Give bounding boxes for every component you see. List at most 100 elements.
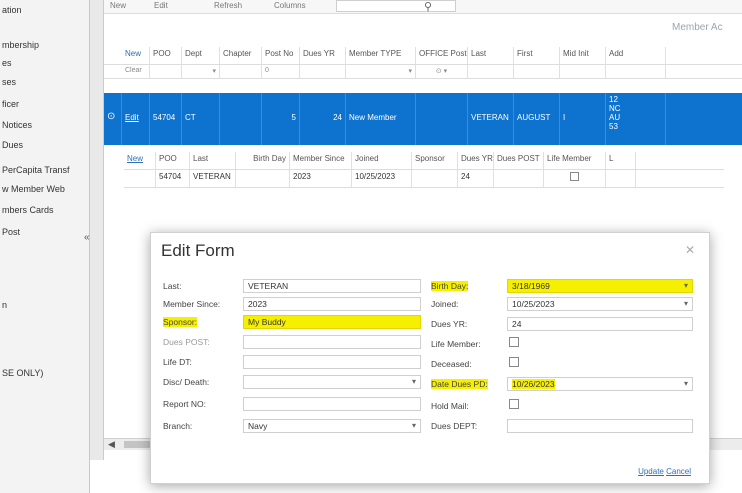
life-member-checkbox[interactable] <box>570 172 579 182</box>
filter-poo[interactable] <box>150 65 182 78</box>
column-header-first[interactable]: First <box>514 47 560 64</box>
field-label-joined: Joined: <box>431 299 459 309</box>
filter-dues-yr[interactable] <box>300 65 346 78</box>
field-label-deceased: Deceased: <box>431 359 472 369</box>
column-header-poo[interactable]: POO <box>150 47 182 64</box>
sidebar: ation mbership es ses ficer Notices Dues… <box>0 0 90 493</box>
filter-chapter[interactable] <box>220 65 262 78</box>
sidebar-item[interactable]: es <box>2 58 88 68</box>
column-header-dept[interactable]: Dept <box>182 47 220 64</box>
sidebar-item[interactable]: Post <box>2 227 88 237</box>
cancel-button[interactable]: Cancel <box>666 467 691 476</box>
search-icon[interactable]: ⚲ <box>424 0 432 13</box>
column-header-chapter[interactable]: Chapter <box>220 47 262 64</box>
filter-first[interactable] <box>514 65 560 78</box>
dues-post-field[interactable] <box>243 335 421 349</box>
toolbar-refresh-button[interactable]: Refresh <box>214 1 242 10</box>
sidebar-item[interactable]: w Member Web <box>2 184 88 194</box>
row-expand-icon[interactable]: ⊙ <box>104 93 122 145</box>
birth-day-date-picker[interactable]: 3/18/1969 <box>507 279 693 293</box>
row-edit-link[interactable]: Edit <box>122 93 150 145</box>
field-label-dues-post: Dues POST: <box>163 337 210 347</box>
hold-mail-checkbox[interactable] <box>509 399 519 409</box>
filter-member-type[interactable]: ▾ <box>346 65 416 78</box>
cell-first: AUGUST <box>514 93 560 145</box>
sidebar-collapse-icon[interactable]: « <box>84 232 90 243</box>
column-header-dues-yr[interactable]: Dues YR <box>300 47 346 64</box>
last-field[interactable]: VETERAN <box>243 279 421 293</box>
close-icon[interactable]: ✕ <box>685 243 695 257</box>
dialog-title: Edit Form <box>161 241 235 260</box>
sidebar-item[interactable]: PerCapita Transf <box>2 165 88 175</box>
member-since-field[interactable]: 2023 <box>243 297 421 311</box>
date-dues-pd-date-picker[interactable]: 10/26/2023 <box>507 377 693 391</box>
table-row-selected[interactable]: ⊙ Edit 54704 CT 5 24 New Member VETERAN … <box>104 93 742 145</box>
column-header-post-no[interactable]: Post No <box>262 47 300 64</box>
field-label-sponsor: Sponsor: <box>163 317 198 327</box>
subcol-header-more[interactable]: L <box>606 152 636 169</box>
sidebar-item[interactable]: n <box>2 300 88 310</box>
life-member-checkbox[interactable] <box>509 337 519 347</box>
column-header-last[interactable]: Last <box>468 47 514 64</box>
subcol-header-dues-post[interactable]: Dues POST <box>494 152 544 169</box>
filter-address[interactable] <box>606 65 666 78</box>
sidebar-item[interactable]: ses <box>2 77 88 87</box>
sidebar-item[interactable]: ficer <box>2 99 88 109</box>
subcol-header-poo[interactable]: POO <box>156 152 190 169</box>
filter-post-no[interactable]: 0 <box>262 65 300 78</box>
subgrid-table-row[interactable]: 54704 VETERAN 2023 10/25/2023 24 <box>124 170 724 188</box>
vertical-scrollbar[interactable] <box>90 0 104 460</box>
sponsor-field[interactable]: My Buddy <box>243 315 421 329</box>
dues-dept-field[interactable] <box>507 419 693 433</box>
subcol-header-dues-yr[interactable]: Dues YR <box>458 152 494 169</box>
column-header-office-post[interactable]: OFFICE Post <box>416 47 468 64</box>
field-label-life-dt: Life DT: <box>163 357 192 367</box>
filter-mid-init[interactable] <box>560 65 606 78</box>
sidebar-item[interactable]: ation <box>2 5 88 15</box>
subcell-member-since: 2023 <box>290 170 352 187</box>
cell-address: 12 NC AU 53 <box>606 93 666 145</box>
disc-death-dropdown[interactable] <box>243 375 421 389</box>
branch-dropdown[interactable]: Navy <box>243 419 421 433</box>
subcol-header-sponsor[interactable]: Sponsor <box>412 152 458 169</box>
toolbar: New Edit Refresh Columns ⚲ <box>104 0 742 14</box>
field-label-dues-yr: Dues YR: <box>431 319 468 329</box>
life-dt-field[interactable] <box>243 355 421 369</box>
toolbar-edit-button[interactable]: Edit <box>154 1 168 10</box>
filter-office-post[interactable]: ⊙ ▾ <box>416 65 468 78</box>
grid-header-row: New POO Dept Chapter Post No Dues YR Mem… <box>104 47 742 65</box>
filter-last[interactable] <box>468 65 514 78</box>
column-header-address[interactable]: Add <box>606 47 666 64</box>
subcol-header-joined[interactable]: Joined <box>352 152 412 169</box>
joined-date-picker[interactable]: 10/25/2023 <box>507 297 693 311</box>
filter-dept[interactable]: ▾ <box>182 65 220 78</box>
scroll-left-icon[interactable]: ◀ <box>108 439 115 450</box>
subcol-header-life-member[interactable]: Life Member <box>544 152 606 169</box>
grid-new-link[interactable]: New <box>122 47 150 64</box>
sidebar-item[interactable]: mbership <box>2 40 88 50</box>
subcell-joined: 10/25/2023 <box>352 170 412 187</box>
sidebar-item[interactable]: Dues <box>2 140 88 150</box>
dues-yr-field[interactable]: 24 <box>507 317 693 331</box>
field-label-disc-death: Disc/ Death: <box>163 377 210 387</box>
column-header-mid-init[interactable]: Mid Init <box>560 47 606 64</box>
field-label-branch: Branch: <box>163 421 193 431</box>
update-button[interactable]: Update <box>638 467 664 476</box>
search-input[interactable] <box>336 0 456 12</box>
sidebar-item[interactable]: Notices <box>2 120 88 130</box>
dialog-actions: Update Cancel <box>638 467 691 476</box>
sidebar-item[interactable]: SE ONLY) <box>2 368 88 378</box>
subcol-header-member-since[interactable]: Member Since <box>290 152 352 169</box>
subcol-header-last[interactable]: Last <box>190 152 236 169</box>
subcol-header-birth-day[interactable]: Birth Day <box>236 152 290 169</box>
subgrid-new-link[interactable]: New <box>124 152 156 169</box>
sidebar-item[interactable]: mbers Cards <box>2 205 88 215</box>
deceased-checkbox[interactable] <box>509 357 519 367</box>
report-no-field[interactable] <box>243 397 421 411</box>
cell-post-no: 5 <box>262 93 300 145</box>
cell-dept: CT <box>182 93 220 145</box>
filter-clear-button[interactable]: Clear <box>122 65 150 78</box>
column-header-member-type[interactable]: Member TYPE <box>346 47 416 64</box>
toolbar-columns-button[interactable]: Columns <box>274 1 306 10</box>
toolbar-new-button[interactable]: New <box>110 1 126 10</box>
